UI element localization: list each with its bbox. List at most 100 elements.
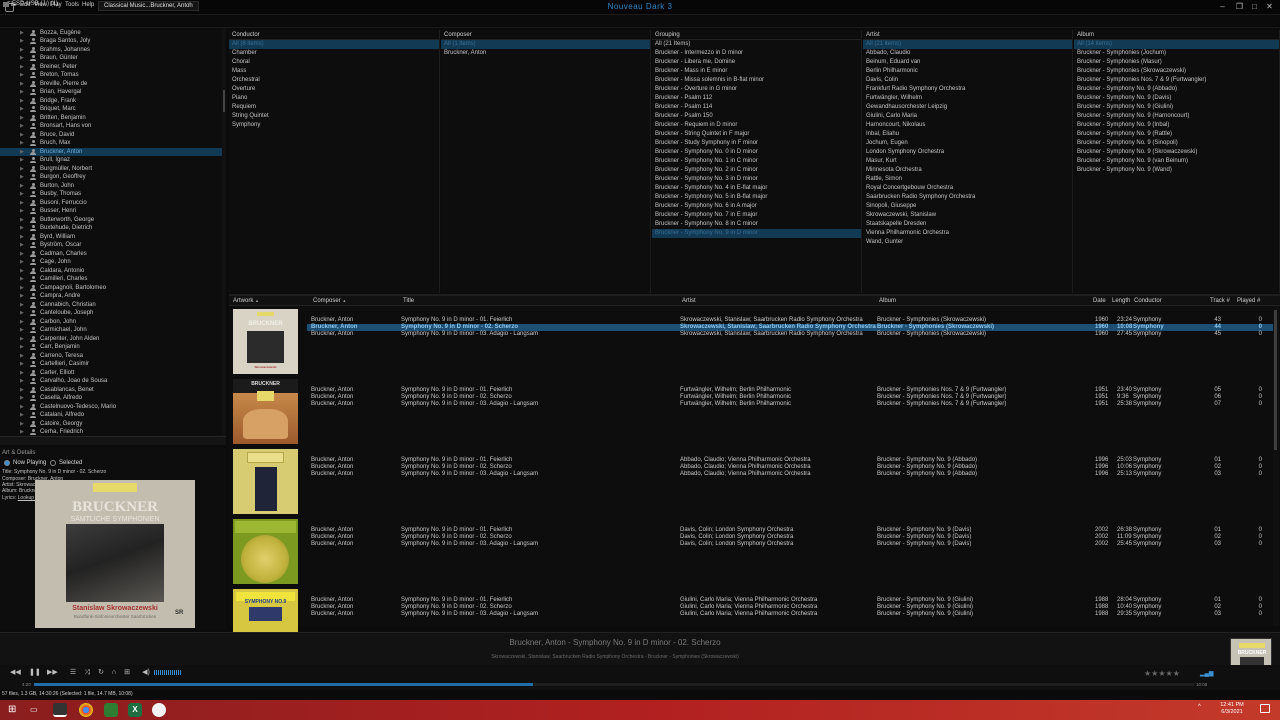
tree-item[interactable]: ▶ Caldara, Antonio: [0, 267, 222, 276]
selected-radio[interactable]: [50, 460, 56, 466]
tree-item[interactable]: ▶ Breton, Tomas: [0, 71, 222, 80]
pane-item[interactable]: Symphony: [229, 121, 439, 130]
expand-arrow-icon[interactable]: ▶: [20, 207, 24, 216]
tree-item[interactable]: ▶ Brull, Ignaz: [0, 156, 222, 165]
expand-arrow-icon[interactable]: ▶: [20, 114, 24, 123]
volume-slider[interactable]: [154, 670, 182, 675]
col-title[interactable]: Title: [403, 298, 414, 304]
col-track[interactable]: Track #: [1210, 298, 1230, 304]
album-art-skrowaczewski[interactable]: BRUCKNER Skrowaczewski: [233, 309, 298, 374]
expand-arrow-icon[interactable]: ▶: [20, 182, 24, 191]
expand-arrow-icon[interactable]: ▶: [20, 267, 24, 276]
table-row[interactable]: Bruckner, Anton Symphony No. 9 in D minor…: [307, 534, 1273, 541]
pane-item[interactable]: Bruckner - Symphony No. 9 (Davis): [1074, 94, 1279, 103]
pane-item[interactable]: Giulini, Carlo Maria: [863, 112, 1072, 121]
pane-item[interactable]: London Symphony Orchestra: [863, 148, 1072, 157]
equalizer-icon[interactable]: ⊞: [122, 669, 132, 677]
tree-item[interactable]: ▶ Catalani, Alfredo: [0, 411, 222, 420]
excel-taskbar-icon[interactable]: X: [128, 703, 142, 717]
pane-item[interactable]: Bruckner - Symphonies (Skrowaczewski): [1074, 67, 1279, 76]
pane-item[interactable]: Bruckner - Symphony No. 9 (Sinopoli): [1074, 139, 1279, 148]
maximize-icon[interactable]: □: [1249, 2, 1260, 12]
table-row[interactable]: Bruckner, Anton Symphony No. 9 in D minor…: [307, 597, 1273, 604]
expand-arrow-icon[interactable]: ▶: [20, 301, 24, 310]
expand-arrow-icon[interactable]: ▶: [20, 343, 24, 352]
expand-arrow-icon[interactable]: ▶: [20, 250, 24, 259]
tree-item[interactable]: ▶ Britten, Benjamin: [0, 114, 222, 123]
pane-item[interactable]: Bruckner - Symphony No. 8 in C minor: [652, 220, 861, 229]
tree-scrollbar-thumb[interactable]: [223, 90, 225, 112]
pane-item[interactable]: Royal Concertgebouw Orchestra: [863, 184, 1072, 193]
expand-arrow-icon[interactable]: ▶: [20, 284, 24, 293]
next-icon[interactable]: ▶▶: [47, 669, 58, 677]
expand-arrow-icon[interactable]: ▶: [20, 156, 24, 165]
rating-stars[interactable]: ★★★★★: [1144, 669, 1180, 678]
pane-item[interactable]: All (8 items): [229, 40, 439, 49]
pane-item[interactable]: Requiem: [229, 103, 439, 112]
pane-item[interactable]: All (14 items): [1074, 40, 1279, 49]
col-played[interactable]: Played #: [1237, 298, 1260, 304]
tree-item[interactable]: ▶ Busoni, Ferruccio: [0, 199, 222, 208]
expand-arrow-icon[interactable]: ▶: [20, 335, 24, 344]
pane-item[interactable]: Chamber: [229, 49, 439, 58]
tree-item[interactable]: ▶ Bronsart, Hans von: [0, 122, 222, 131]
expand-arrow-icon[interactable]: ▶: [20, 394, 24, 403]
menu-tools[interactable]: Tools: [65, 2, 79, 8]
pane-item[interactable]: Harnoncourt, Nikolaus: [863, 121, 1072, 130]
pane-item[interactable]: Bruckner - Symphony No. 3 in D minor: [652, 175, 861, 184]
pane-item[interactable]: Overture: [229, 85, 439, 94]
album-art-furtwangler[interactable]: BRUCKNER: [233, 379, 298, 444]
tree-item[interactable]: ▶ Byström, Oscar: [0, 241, 222, 250]
volume-icon[interactable]: ◀): [141, 669, 151, 677]
pane-item[interactable]: Piano: [229, 94, 439, 103]
table-row[interactable]: Bruckner, Anton Symphony No. 9 in D minor…: [307, 611, 1273, 618]
album-art-abbado[interactable]: [233, 449, 298, 514]
tree-item[interactable]: ▶ Carvalho, Joao de Sousa: [0, 377, 222, 386]
tree-item[interactable]: ▶ Braun, Günter: [0, 54, 222, 63]
pane-item[interactable]: Bruckner - Symphony No. 0 in D minor: [652, 148, 861, 157]
table-row[interactable]: Bruckner, Anton Symphony No. 9 in D minor…: [307, 331, 1273, 338]
pane-item[interactable]: Minnesota Orchestra: [863, 166, 1072, 175]
expand-arrow-icon[interactable]: ▶: [20, 105, 24, 114]
col-conductor[interactable]: Conductor: [1134, 298, 1162, 304]
pane-item[interactable]: Bruckner - Symphony No. 9 (Harnoncourt): [1074, 112, 1279, 121]
pane-item[interactable]: Bruckner - String Quintet in F major: [652, 130, 861, 139]
pane-item[interactable]: Bruckner - Libera me, Domine: [652, 58, 861, 67]
pane-item[interactable]: All (1 items): [441, 40, 650, 49]
pane-item[interactable]: Bruckner - Symphony No. 2 in C minor: [652, 166, 861, 175]
star-icon[interactable]: ★: [1158, 669, 1165, 678]
tab-classical-music[interactable]: Classical Music...Bruckner, Anton: [98, 1, 199, 11]
tray-expand-icon[interactable]: ^: [1198, 704, 1201, 710]
pane-item[interactable]: Frankfurt Radio Symphony Orchestra: [863, 85, 1072, 94]
pane-item[interactable]: Bruckner - Symphony No. 9 in D minor: [652, 229, 861, 238]
tree-item[interactable]: ▶ Casablancas, Benet: [0, 386, 222, 395]
tree-item[interactable]: ▶ Busby, Thomas: [0, 190, 222, 199]
pane-item[interactable]: Bruckner - Symphony No. 9 (Skrowaczewski…: [1074, 148, 1279, 157]
minimize-icon[interactable]: –: [1217, 2, 1228, 12]
pane-item[interactable]: Skrowaczewski, Stanislaw: [863, 211, 1072, 220]
app-taskbar-icon[interactable]: [152, 703, 166, 717]
task-view-icon[interactable]: ▭: [30, 703, 44, 717]
tree-item[interactable]: ▶ Catoire, Georgy: [0, 420, 222, 429]
expand-arrow-icon[interactable]: ▶: [20, 71, 24, 80]
tree-item[interactable]: ▶ Bruch, Max: [0, 139, 222, 148]
star-icon[interactable]: ★: [1166, 669, 1173, 678]
table-row[interactable]: Bruckner, Anton Symphony No. 9 in D minor…: [307, 317, 1273, 324]
tree-item[interactable]: ▶ Carreno, Teresa: [0, 352, 222, 361]
expand-arrow-icon[interactable]: ▶: [20, 37, 24, 46]
col-album[interactable]: Album: [879, 298, 896, 304]
pane-item[interactable]: Bruckner - Symphony No. 1 in C minor: [652, 157, 861, 166]
expand-arrow-icon[interactable]: ▶: [20, 258, 24, 267]
tree-item[interactable]: ▶ Buxtehude, Dietrich: [0, 224, 222, 233]
tree-item[interactable]: ▶ Butterworth, George: [0, 216, 222, 225]
pane-item[interactable]: Bruckner - Symphony No. 4 in E-flat majo…: [652, 184, 861, 193]
pane-item[interactable]: Rattle, Simon: [863, 175, 1072, 184]
pane-item[interactable]: Abbado, Claudio: [863, 49, 1072, 58]
expand-arrow-icon[interactable]: ▶: [20, 326, 24, 335]
pane-item[interactable]: Bruckner - Symphony No. 7 in E major: [652, 211, 861, 220]
pane-header-artist[interactable]: Artist: [863, 30, 1072, 40]
pane-item[interactable]: Wand, Gunter: [863, 238, 1072, 247]
pane-item[interactable]: Choral: [229, 58, 439, 67]
expand-arrow-icon[interactable]: ▶: [20, 148, 24, 157]
restore-icon[interactable]: ❐: [1234, 2, 1245, 12]
